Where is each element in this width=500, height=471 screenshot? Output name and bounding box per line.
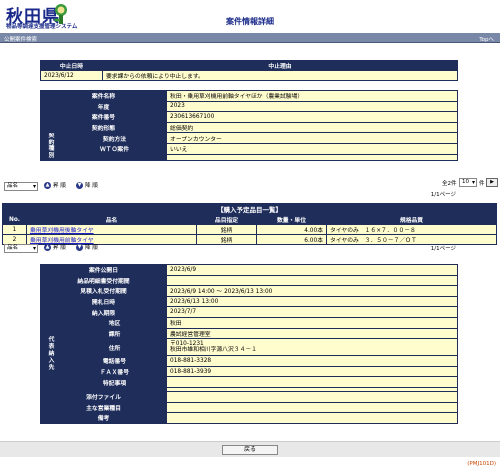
wto-label: ＷＴＯ案件: [61, 142, 168, 155]
page-id: (PMJ101D): [467, 461, 496, 467]
contract-spacer: [61, 153, 168, 161]
suspension-reason-header: 中止理由: [102, 60, 458, 71]
back-button[interactable]: 戻る: [222, 445, 278, 455]
col-spec: 規格品質: [326, 214, 497, 225]
tel: 018-881-3328: [166, 355, 458, 367]
header: 秋田県 物品等調達支援管理システム 案件情報詳細: [0, 0, 500, 33]
business-label: 主な営業種目: [40, 401, 167, 414]
sort-field-select[interactable]: 品名: [4, 182, 38, 191]
table-row: 1 乗用草刈機用後軸タイヤ 銘柄 4.00本 タイヤのみ １６×７．００－８: [2, 224, 497, 235]
sort-asc-button-bottom[interactable]: ▲ 昇 順: [44, 244, 66, 253]
dept-label: 課所: [62, 327, 167, 340]
publish-label: 案件公開日: [40, 264, 167, 276]
page-info-bottom: 1/1ページ: [430, 246, 456, 252]
page-info-top: 1/1ページ: [430, 192, 456, 198]
suspension-date-header: 中止日時: [40, 60, 103, 71]
deadline-value: [166, 274, 458, 287]
quote-period-label: 見積入札受付期間: [40, 285, 167, 297]
suspension-table: 中止日時 中止理由 2023/6/12 要求課からの依頼により中止します。: [40, 60, 458, 81]
contract-method: オープンカウンター: [166, 132, 458, 144]
wto-value: いいえ: [166, 142, 458, 155]
note-label: 特記事項: [62, 376, 167, 388]
arrow-down-icon: ▼: [76, 182, 83, 189]
open-date-label: 開札日時: [40, 295, 167, 308]
per-page-go-button[interactable]: ▶: [486, 178, 498, 187]
case-name-label: 案件名称: [39, 90, 168, 102]
attachment-label: 添付ファイル: [40, 390, 167, 403]
page-title: 案件情報詳細: [226, 17, 274, 26]
remarks: [166, 412, 458, 424]
arrow-down-icon: ▼: [76, 244, 83, 251]
delivery-dest-label: 代表納入先: [40, 316, 63, 392]
details-table: 案件公開日 2023/6/9 納品明細書受付期間 見積入札受付期間 2023/6/9…: [40, 264, 458, 424]
contract-spacer-value: [166, 153, 458, 161]
row-item-name[interactable]: 乗用草刈機用後軸タイヤ: [26, 224, 197, 235]
delivery-label: 納入期限: [40, 306, 167, 318]
arrow-up-icon: ▲: [44, 182, 51, 189]
year: 2023: [166, 100, 458, 113]
sort-controls-top: 品名 ▲昇 順 ▼降 順 全2件 10 件 ▶ 1/1ページ: [4, 178, 498, 198]
note: [166, 376, 458, 388]
case-number: 230613667100: [166, 111, 458, 123]
publish-date: 2023/6/9: [166, 264, 458, 276]
sort-asc-button[interactable]: ▲ 昇 順: [44, 182, 66, 191]
breadcrumb-public-search[interactable]: 公開案件検索: [4, 35, 37, 43]
open-date: 2023/6/13 13:00: [166, 295, 458, 308]
row-no: 1: [2, 224, 27, 235]
case-number-label: 案件番号: [39, 111, 168, 123]
remarks-label: 備考: [40, 412, 167, 424]
suspension-date: 2023/6/12: [40, 70, 103, 81]
col-spec-type: 品目指定: [196, 214, 257, 225]
sort-desc-button-bottom[interactable]: ▼ 降 順: [76, 244, 98, 253]
row-spec-type: 銘柄: [196, 224, 257, 235]
attachment: [166, 390, 458, 403]
address-line: 秋田市雄和相川字源八沢３４－１: [170, 347, 257, 354]
case-name: 秋田・乗用草刈機用前軸タイヤほか（農業試験場）: [166, 90, 458, 102]
tel-label: 電話番号: [62, 355, 167, 367]
per-page-select[interactable]: 10: [459, 178, 477, 187]
per-page-unit: 件: [479, 181, 485, 187]
year-label: 年度: [39, 100, 168, 113]
region: 秋田: [166, 316, 458, 329]
row-spec: タイヤのみ １６×７．００－８: [326, 224, 497, 235]
total-count: 全2件: [442, 181, 457, 187]
contract-type-label: 契約形態: [39, 121, 168, 134]
nav-bar: 公開案件検索 Topへ: [0, 33, 500, 43]
fax-label: ＦＡＸ番号: [62, 365, 167, 378]
suspension-reason: 要求課からの依頼により中止します。: [102, 70, 458, 81]
arrow-up-icon: ▲: [44, 244, 51, 251]
delivery-date: 2023/7/7: [166, 306, 458, 318]
items-table-title: 【購入予定品目一覧】: [2, 203, 497, 215]
col-item-name: 品名: [26, 214, 197, 225]
case-info-table: 案件名称 秋田・乗用草刈機用前軸タイヤほか（農業試験場） 年度 2023 案件番…: [39, 90, 458, 161]
fax: 018-881-3939: [166, 365, 458, 378]
contract-method-label: 契約方法: [61, 132, 168, 144]
sort-controls-bottom: 品名 ▲昇 順 ▼降 順 1/1ページ: [4, 242, 496, 254]
region-label: 地区: [62, 316, 167, 329]
col-no: No.: [2, 214, 27, 225]
col-quantity: 数量・単位: [256, 214, 327, 225]
address: 〒010-1231 秋田市雄和相川字源八沢３４－１: [166, 338, 458, 357]
dept: 農試経営管理室: [166, 327, 458, 340]
top-link[interactable]: Topへ: [479, 35, 494, 43]
quote-period: 2023/6/9 14:00 ～ 2023/6/13 13:00: [166, 285, 458, 297]
deadline-label: 納品明細書受付期間: [40, 274, 167, 287]
contract-group-label: 契約種別: [40, 132, 63, 161]
sort-desc-button[interactable]: ▼ 降 順: [76, 182, 98, 191]
contract-type: 総価契約: [166, 121, 458, 134]
item-link[interactable]: 乗用草刈機用後軸タイヤ: [30, 228, 94, 234]
business: [166, 401, 458, 414]
sort-field-select-bottom[interactable]: 品名: [4, 244, 38, 253]
address-label: 住所: [62, 338, 167, 357]
row-quantity: 4.00本: [256, 224, 327, 235]
items-table: 【購入予定品目一覧】 No. 品名 品目指定 数量・単位 規格品質 1 乗用草刈…: [2, 203, 497, 245]
footer-bar: 戻る: [0, 441, 500, 457]
